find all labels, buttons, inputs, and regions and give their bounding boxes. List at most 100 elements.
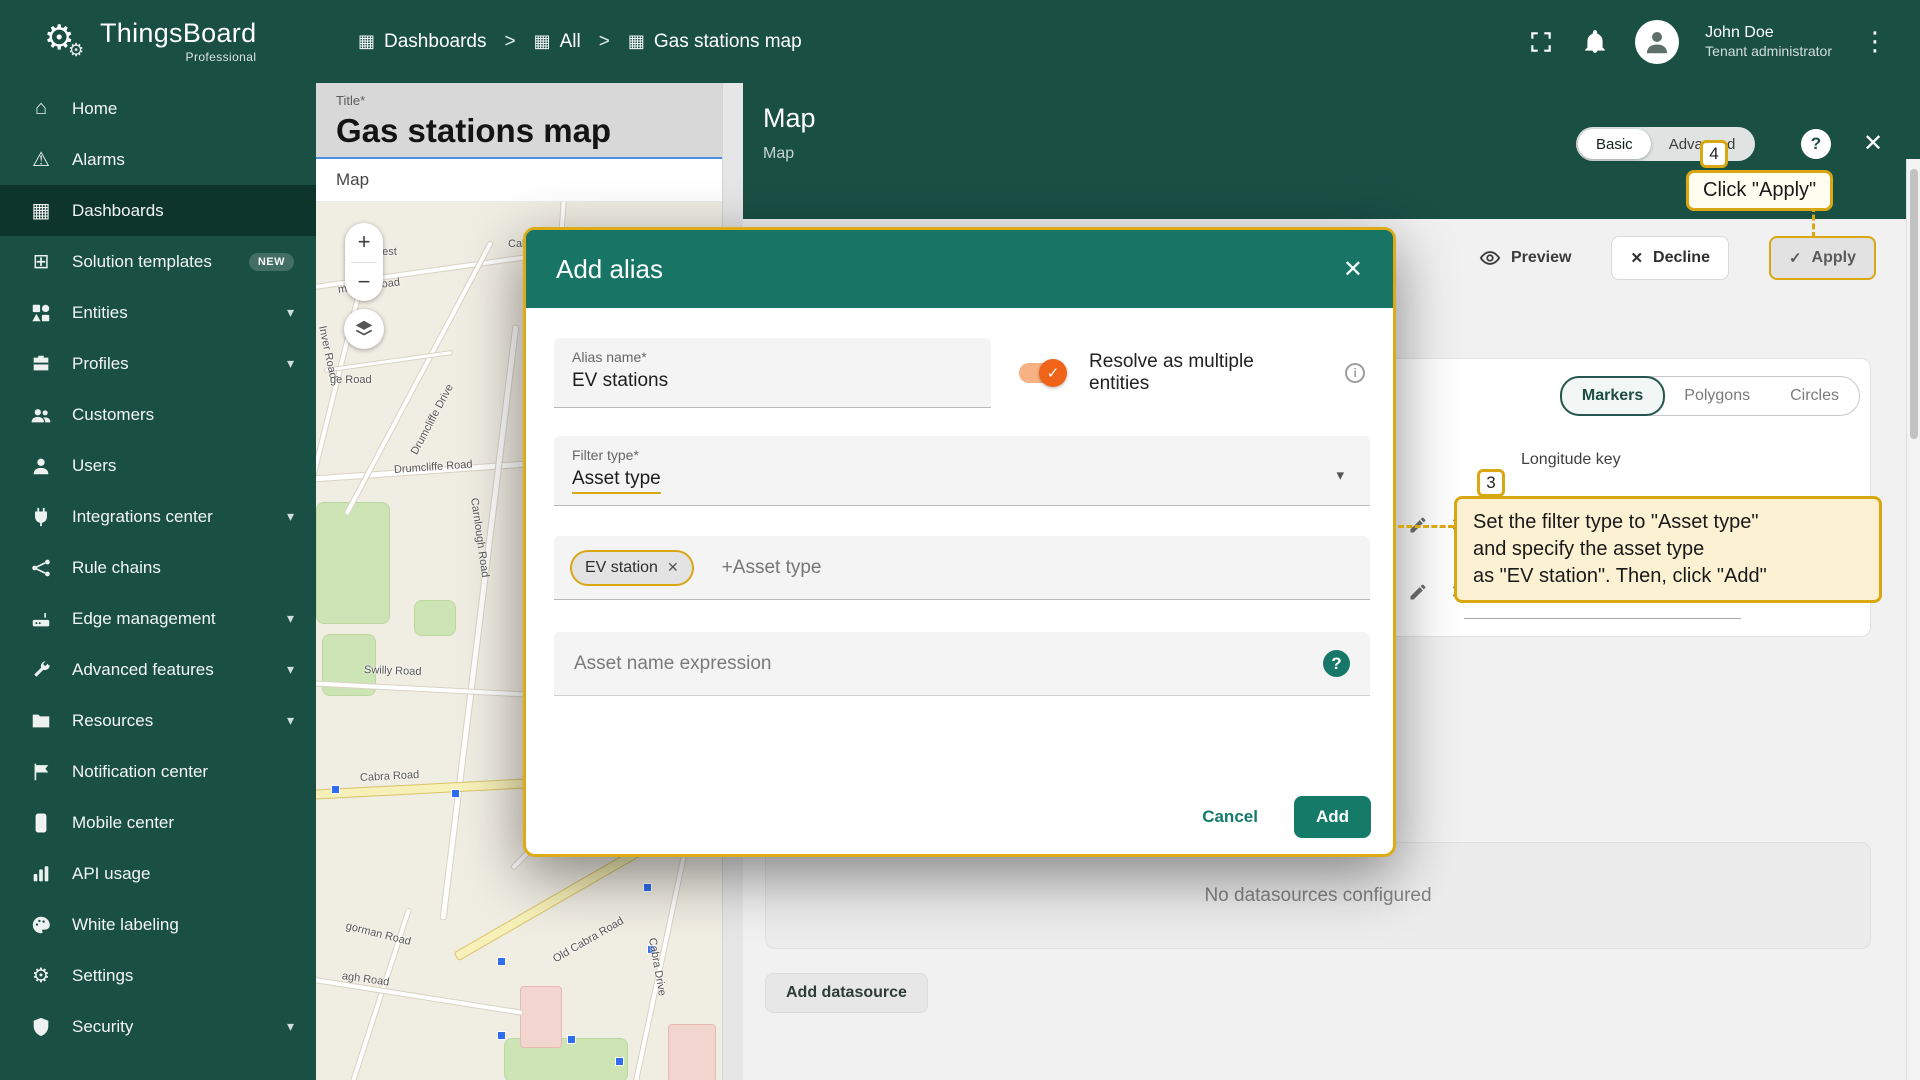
breadcrumb-gas-stations-map[interactable]: ▦ Gas stations map [628,31,802,53]
alias-name-label: Alias name* [572,349,647,365]
breadcrumb-label: Gas stations map [653,30,802,52]
sidebar-item-advanced-features[interactable]: Advanced features ▾ [0,644,316,695]
sidebar-item-profiles[interactable]: Profiles ▾ [0,338,316,389]
title-field-value: Gas stations map [336,112,612,149]
breadcrumb-dashboards[interactable]: ▦ Dashboards [358,31,486,53]
street-label: Cabra Road [359,768,420,784]
sidebar-item-label: Security [72,1016,134,1036]
user-info[interactable]: John Doe Tenant administrator [1705,23,1832,61]
brand-subtitle: Professional [185,50,257,64]
top-header: ⚙ ⚙ ThingsBoard Professional ▦ Dashboards… [0,0,1920,83]
sidebar-item-white-labeling[interactable]: White labeling [0,899,316,950]
tab-markers[interactable]: Markers [1559,376,1666,416]
sidebar-item-security[interactable]: Security ▾ [0,1001,316,1052]
tab-circles[interactable]: Circles [1770,377,1859,415]
asset-type-chips-field[interactable]: EV station ✕ +Asset type [554,536,1370,600]
settings-icon: ⚙ [32,965,50,987]
header-actions: John Doe Tenant administrator ⋮ [1527,19,1920,64]
add-button[interactable]: Add [1293,796,1371,838]
thingsboard-logo-icon: ⚙ ⚙ [44,18,85,60]
step-3-connector [1398,525,1454,528]
security-icon [28,1016,54,1038]
thingsboard-logo[interactable]: ⚙ ⚙ ThingsBoard Professional [0,18,316,64]
map-built-area [520,986,562,1048]
help-icon[interactable]: ? [1801,129,1831,159]
preview-button[interactable]: Preview [1479,247,1571,269]
sidebar-item-resources[interactable]: Resources ▾ [0,695,316,746]
sidebar-item-api-usage[interactable]: API usage [0,848,316,899]
cancel-button[interactable]: Cancel [1202,807,1258,827]
title-field-label: Title* [336,93,366,108]
chevron-down-icon: ▾ [286,610,294,626]
fullscreen-icon[interactable] [1527,28,1555,56]
step-3-text-line: Set the filter type to "Asset type" [1473,511,1759,533]
map-layers-button[interactable] [344,309,384,349]
settings-toolbar: Preview ✕ Decline ✓ Apply [1479,236,1876,280]
panel-subtitle: Map [763,145,795,162]
brand-name: ThingsBoard [100,18,257,48]
dashboards-grid-icon: ▦ [627,31,645,51]
sidebar-item-alarms[interactable]: ⚠ Alarms [0,134,316,185]
resolve-multiple-toggle[interactable]: ✓ [1019,359,1068,387]
tab-polygons[interactable]: Polygons [1664,377,1770,415]
sidebar-item-home[interactable]: ⌂ Home [0,83,316,134]
chevron-down-icon: ▾ [286,355,294,371]
tab-basic[interactable]: Basic [1578,129,1651,159]
filter-type-select[interactable]: Filter type* Asset type ▾ [554,436,1370,506]
zoom-in-button[interactable]: + [345,223,383,262]
asset-type-chip[interactable]: EV station ✕ [570,549,694,586]
sidebar-item-mobile-center[interactable]: Mobile center [0,797,316,848]
sidebar-item-users[interactable]: Users [0,440,316,491]
dashboards-grid-icon: ▦ [533,31,551,51]
help-circle-icon[interactable]: ? [1323,650,1350,677]
zoom-out-button[interactable]: − [345,263,383,302]
decline-button[interactable]: ✕ Decline [1611,236,1729,280]
dialog-close-icon[interactable]: ✕ [1343,255,1363,284]
panel-scrollbar[interactable] [1906,159,1920,1080]
sidebar-item-label: Resources [72,710,154,730]
more-options-icon[interactable]: ⋮ [1858,26,1892,57]
user-name: John Doe [1705,23,1774,41]
basic-advanced-toggle: Basic Advanced [1576,127,1756,161]
sidebar-item-entities[interactable]: Entities ▾ [0,287,316,338]
info-icon[interactable]: i [1345,363,1365,383]
step-3-text-line: and specify the asset type [1473,538,1705,560]
step-4-callout: Click "Apply" [1686,170,1834,211]
dashboard-title-field[interactable]: Title* Gas stations map [316,83,722,159]
sidebar-item-settings[interactable]: ⚙ Settings [0,950,316,1001]
templates-icon: ⊞ [32,251,50,273]
alias-name-field[interactable]: Alias name* EV stations [554,338,992,408]
decline-label: Decline [1653,249,1710,266]
street-label: Swilly Road [363,664,422,679]
sidebar-item-notification-center[interactable]: Notification center [0,746,316,797]
street-label: Inver Road [316,324,340,380]
dialog-header: Add alias ✕ [526,230,1393,308]
map-widget-title: Map [336,170,370,189]
sidebar-item-rule-chains[interactable]: Rule chains [0,542,316,593]
sidebar-item-edge-management[interactable]: Edge management ▾ [0,593,316,644]
sidebar-item-solution-templates[interactable]: ⊞ Solution templates NEW [0,236,316,287]
edit-pencil-icon[interactable] [1406,580,1430,604]
map-park-area [414,600,456,636]
step-4-text: Click "Apply" [1703,179,1817,201]
asset-name-expression-field[interactable]: Asset name expression ? [554,632,1370,696]
sidebar-item-label: Entities [72,302,128,322]
scrollbar-thumb[interactable] [1910,169,1918,439]
longitude-key-input[interactable] [1464,618,1741,619]
sidebar-item-label: Mobile center [72,812,175,832]
notifications-bell-icon[interactable] [1581,28,1609,56]
dialog-footer: Cancel Add [526,780,1393,854]
apply-button[interactable]: ✓ Apply [1768,236,1876,280]
user-avatar[interactable] [1635,19,1680,64]
sidebar-item-dashboards[interactable]: ▦ Dashboards [0,185,316,236]
close-icon[interactable]: ✕ [1863,129,1883,158]
add-datasource-button[interactable]: Add datasource [765,973,928,1013]
chip-placeholder: +Asset type [721,556,822,578]
sidebar-item-label: Home [72,98,118,118]
sidebar-item-integrations-center[interactable]: Integrations center ▾ [0,491,316,542]
sidebar-item-customers[interactable]: Customers [0,389,316,440]
remove-chip-icon[interactable]: ✕ [667,559,679,576]
breadcrumb-all[interactable]: ▦ All [534,31,581,53]
entities-icon [28,302,54,324]
map-vertex-marker [451,789,460,798]
